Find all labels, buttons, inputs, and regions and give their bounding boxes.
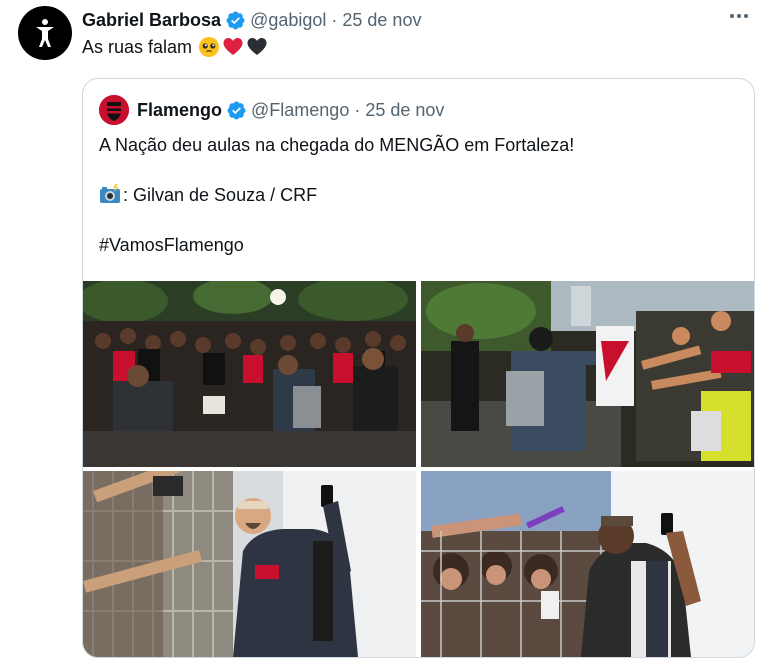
tweet-text-content: As ruas falam <box>82 36 193 57</box>
separator-dot: · <box>354 99 361 120</box>
photo-player-selfie[interactable] <box>83 471 416 657</box>
flamengo-crest-icon[interactable] <box>99 95 129 125</box>
quoted-author-handle[interactable]: @Flamengo <box>251 100 349 121</box>
photo-fans-at-fence[interactable] <box>421 471 754 657</box>
photo-grid <box>83 281 754 657</box>
more-options-icon[interactable] <box>726 10 752 22</box>
avatar-figure-icon <box>36 19 54 47</box>
avatar[interactable] <box>18 6 72 60</box>
verified-badge-icon <box>225 10 246 31</box>
tweet-text: As ruas falam <box>82 36 268 58</box>
quoted-tweet-body: A Nação deu aulas na chegada do MENGÃO e… <box>99 133 574 257</box>
tweet-date[interactable]: 25 de nov <box>342 10 421 31</box>
quoted-author-name[interactable]: Flamengo <box>137 100 222 121</box>
pleading-face-icon <box>199 37 220 57</box>
tweet-header: Gabriel Barbosa @gabigol · 25 de nov <box>82 9 421 31</box>
red-heart-icon <box>223 38 243 55</box>
author-handle[interactable]: @gabigol <box>250 10 326 31</box>
quoted-text-line: A Nação deu aulas na chegada do MENGÃO e… <box>99 135 575 155</box>
quoted-tweet-date[interactable]: 25 de nov <box>365 100 444 121</box>
separator-dot: · <box>331 9 338 30</box>
hashtag-link[interactable]: #VamosFlamengo <box>99 233 574 257</box>
emoji-group <box>198 36 268 58</box>
author-name[interactable]: Gabriel Barbosa <box>82 10 221 31</box>
black-heart-icon <box>247 38 267 55</box>
photo-credit-text: : Gilvan de Souza / CRF <box>123 185 318 205</box>
verified-badge-icon <box>226 100 247 121</box>
camera-flash-icon <box>100 184 120 203</box>
quoted-tweet-header: Flamengo @Flamengo · 25 de nov <box>99 95 444 125</box>
photo-credit: : Gilvan de Souza / CRF <box>99 183 574 207</box>
photo-crowd-night[interactable] <box>83 281 416 467</box>
photo-player-signing-shirts[interactable] <box>421 281 754 467</box>
quoted-tweet[interactable]: Flamengo @Flamengo · 25 de nov A Nação d… <box>82 78 755 658</box>
